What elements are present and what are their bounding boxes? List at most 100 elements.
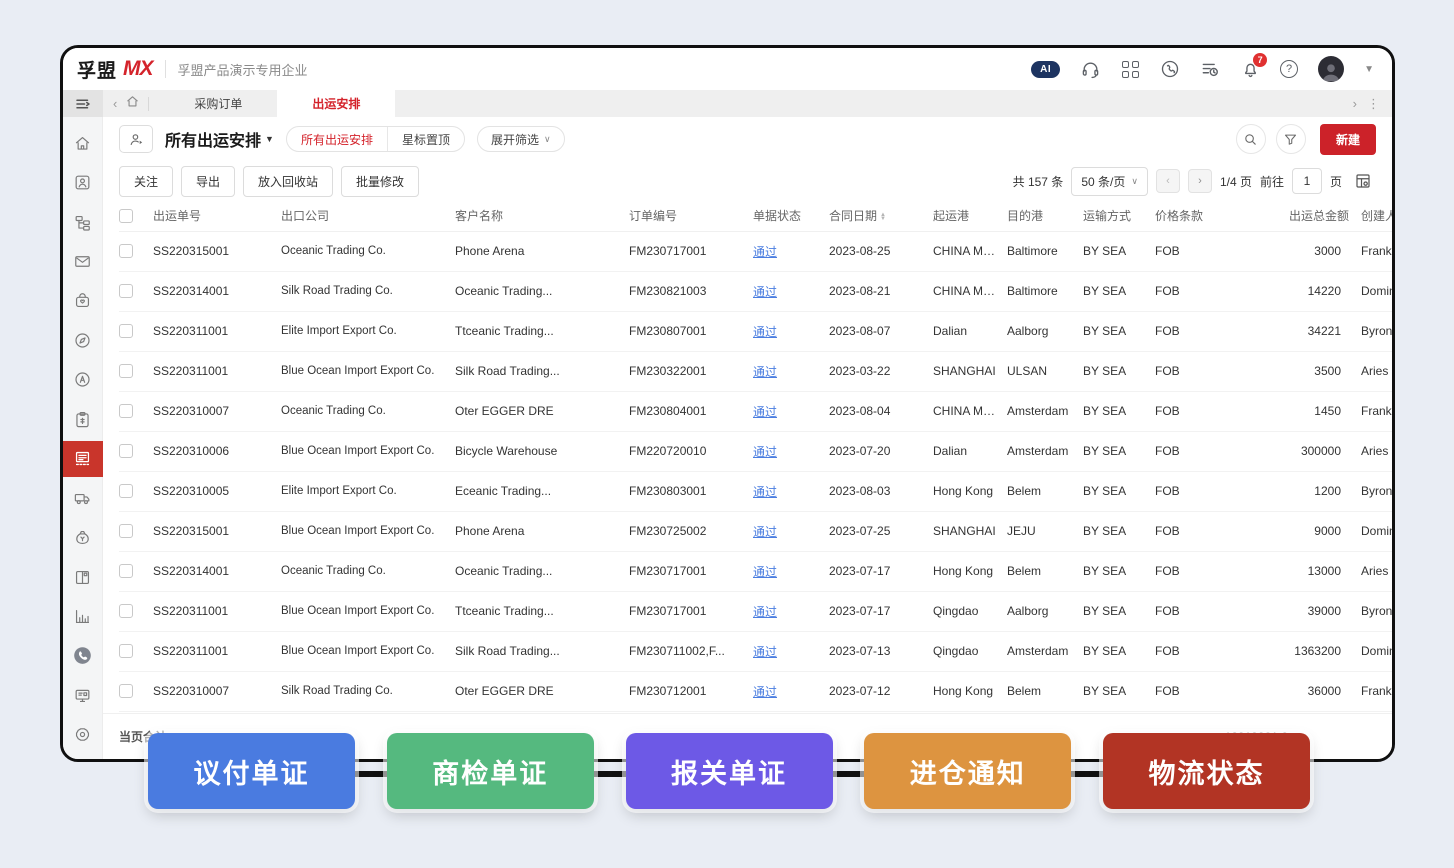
table-row[interactable]: SS220314001Silk Road Trading Co.Oceanic … [119,271,1392,311]
sidebar-item-whatsapp[interactable] [63,638,103,674]
table-row[interactable]: SS220311001Elite Import Export Co.Ttcean… [119,311,1392,351]
select-all-checkbox[interactable] [119,209,133,223]
status-link[interactable]: 通过 [753,325,777,339]
sidebar-item-bar-chart[interactable] [63,598,103,634]
cell-pod: Amsterdam [1007,431,1083,471]
search-icon[interactable] [1236,124,1266,154]
sidebar-item-notebook[interactable] [63,559,103,595]
menu-toggle-icon[interactable] [63,90,103,117]
status-link[interactable]: 通过 [753,685,777,699]
apps-grid-icon[interactable] [1120,59,1140,79]
customs-docs-button[interactable]: 报关单证 [626,733,833,809]
sidebar-item-compass[interactable] [63,322,103,358]
row-checkbox[interactable] [119,404,133,418]
chevron-down-icon[interactable]: ▼ [1364,64,1374,75]
cell-customer: Silk Road Trading... [455,631,629,671]
expand-filter-button[interactable]: 展开筛选 ∨ [477,126,565,152]
avatar[interactable] [1318,56,1344,82]
row-checkbox[interactable] [119,324,133,338]
table-row[interactable]: SS220311001Blue Ocean Import Export Co.S… [119,351,1392,391]
status-link[interactable]: 通过 [753,525,777,539]
table-row[interactable]: SS220310007Oceanic Trading Co.Oter EGGER… [119,391,1392,431]
segment-starred[interactable]: 星标置顶 [387,127,464,151]
page-size-select[interactable]: 50 条/页 ∨ [1071,167,1148,196]
export-button[interactable]: 导出 [181,166,235,197]
cell-company: Elite Import Export Co. [281,471,455,511]
person-filter-icon[interactable] [119,125,153,153]
follow-button[interactable]: 关注 [119,166,173,197]
status-link[interactable]: 通过 [753,405,777,419]
row-checkbox[interactable] [119,604,133,618]
headset-icon[interactable] [1080,59,1100,79]
row-checkbox[interactable] [119,284,133,298]
table-row[interactable]: SS220310006Blue Ocean Import Export Co.B… [119,431,1392,471]
warehouse-notice-button[interactable]: 进仓通知 [864,733,1071,809]
table-row[interactable]: SS220315001Oceanic Trading Co.Phone Aren… [119,231,1392,271]
table-row[interactable]: SS220311001Blue Ocean Import Export Co.T… [119,591,1392,631]
recycle-bin-button[interactable]: 放入回收站 [243,166,333,197]
new-button[interactable]: 新建 [1320,124,1376,155]
negotiation-docs-button[interactable]: 议付单证 [148,733,355,809]
status-link[interactable]: 通过 [753,365,777,379]
kebab-menu-icon[interactable]: ⋮ [1367,96,1380,112]
row-checkbox[interactable] [119,484,133,498]
row-checkbox[interactable] [119,524,133,538]
row-checkbox[interactable] [119,564,133,578]
sidebar-item-truck[interactable] [63,480,103,516]
sidebar-item-monitor[interactable] [63,677,103,713]
view-title-dropdown[interactable]: 所有出运安排 ▼ [165,127,274,151]
help-icon[interactable]: ? [1280,60,1298,78]
status-link[interactable]: 通过 [753,445,777,459]
table-row[interactable]: SS220310007Silk Road Trading Co.Oter EGG… [119,671,1392,711]
cell-customer: Oter EGGER DRE [455,671,629,711]
sidebar-item-money-bag[interactable] [63,519,103,555]
sidebar-item-org-chart[interactable] [63,204,103,240]
status-link[interactable]: 通过 [753,565,777,579]
row-checkbox[interactable] [119,364,133,378]
cell-no: SS220311001 [153,631,281,671]
home-breadcrumb-icon[interactable] [125,94,140,114]
table-row[interactable]: SS220315001Blue Ocean Import Export Co.P… [119,511,1392,551]
prev-page-button[interactable]: ‹ [1156,169,1180,193]
forward-chevron-icon[interactable]: › [1353,96,1357,111]
row-checkbox[interactable] [119,644,133,658]
logistics-status-button[interactable]: 物流状态 [1103,733,1310,809]
goto-page-input[interactable] [1292,168,1322,194]
sidebar-item-clipboard-finance[interactable] [63,401,103,437]
column-header-date[interactable]: 合同日期▲▼ [829,201,933,231]
row-checkbox[interactable] [119,244,133,258]
ai-badge[interactable]: AI [1031,61,1060,78]
row-checkbox[interactable] [119,684,133,698]
sidebar-item-home[interactable] [63,125,103,161]
sidebar-item-a-circle[interactable] [63,362,103,398]
back-chevron-icon[interactable]: ‹ [113,96,117,111]
cell-transport: BY SEA [1083,271,1155,311]
sidebar-item-shipping-docs[interactable] [63,441,103,477]
status-link[interactable]: 通过 [753,645,777,659]
column-header-pod: 目的港 [1007,201,1083,231]
sidebar-item-settings[interactable] [63,717,103,753]
table-settings-icon[interactable] [1350,168,1376,194]
row-checkbox[interactable] [119,444,133,458]
phone-circle-icon[interactable] [1160,59,1180,79]
table-row[interactable]: SS220310005Elite Import Export Co.Eceani… [119,471,1392,511]
sidebar-item-mail[interactable] [63,243,103,279]
inspection-docs-button[interactable]: 商检单证 [387,733,594,809]
table-row[interactable]: SS220314001Oceanic Trading Co.Oceanic Tr… [119,551,1392,591]
segment-all-shipping[interactable]: 所有出运安排 [287,127,387,151]
table-row[interactable]: SS220311001Blue Ocean Import Export Co.S… [119,631,1392,671]
history-list-icon[interactable] [1200,59,1220,79]
status-link[interactable]: 通过 [753,485,777,499]
sidebar-item-contacts[interactable] [63,164,103,200]
status-link[interactable]: 通过 [753,245,777,259]
tab-shipping-arrangement[interactable]: 出运安排 [277,90,395,117]
batch-edit-button[interactable]: 批量修改 [341,166,419,197]
status-link[interactable]: 通过 [753,605,777,619]
tab-purchase-orders[interactable]: 采购订单 [159,90,277,117]
status-link[interactable]: 通过 [753,285,777,299]
bell-icon[interactable]: 7 [1240,59,1260,79]
sort-icon[interactable]: ▲▼ [880,213,886,221]
next-page-button[interactable]: › [1188,169,1212,193]
sidebar-item-bag[interactable] [63,283,103,319]
filter-funnel-icon[interactable] [1276,124,1306,154]
